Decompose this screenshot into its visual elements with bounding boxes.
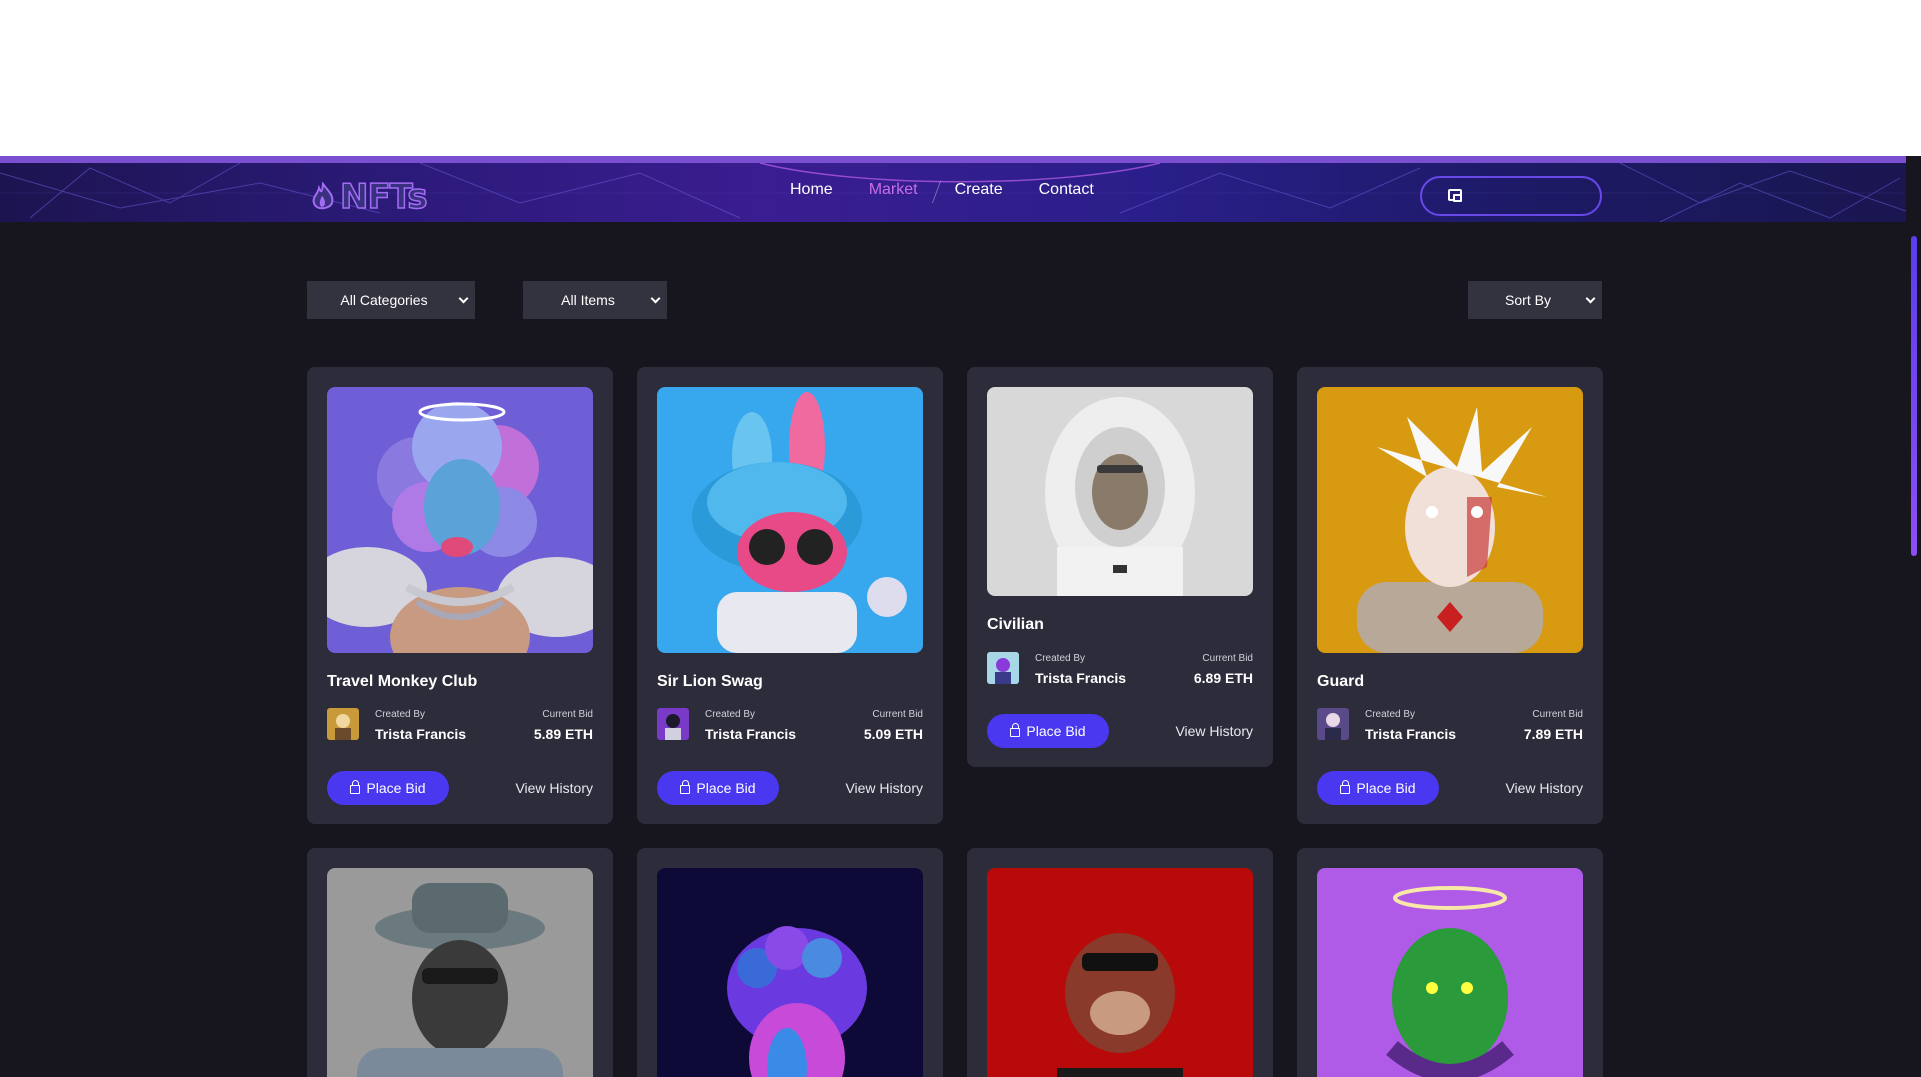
nft-card: Sir Lion Swag Created By Trista Francis … [637, 367, 943, 824]
creator-avatar[interactable] [1317, 708, 1349, 740]
current-bid-label: Current Bid [542, 709, 593, 720]
category-select-value: All Categories [340, 292, 428, 308]
nft-image[interactable] [987, 868, 1253, 1077]
page-viewport: NFTs Home Market Create Contact All Cate… [0, 156, 1921, 1077]
nft-card [307, 848, 613, 1077]
nft-card [967, 848, 1273, 1077]
nav-market[interactable]: Market [851, 181, 936, 203]
main-nav: Home Market Create Contact [772, 181, 1112, 203]
creator-name[interactable]: Trista Francis [1035, 670, 1126, 686]
bag-icon [680, 780, 691, 794]
flame-icon [312, 182, 334, 210]
place-bid-button[interactable]: Place Bid [987, 714, 1109, 748]
nft-image[interactable] [327, 868, 593, 1077]
chevron-down-icon [1585, 293, 1596, 304]
created-by-label: Created By [1365, 709, 1416, 720]
nft-image[interactable] [987, 387, 1253, 596]
place-bid-label: Place Bid [696, 780, 756, 796]
nft-image[interactable] [657, 387, 923, 653]
created-by-label: Created By [375, 709, 426, 720]
wallet-icon [1448, 189, 1462, 202]
current-bid-value: 6.89 ETH [1193, 670, 1253, 686]
nft-card: Civilian Created By Trista Francis Curre… [967, 367, 1273, 767]
scrollbar[interactable] [1906, 156, 1921, 1077]
place-bid-button[interactable]: Place Bid [327, 771, 449, 805]
nft-image[interactable] [1317, 868, 1583, 1077]
view-history-link[interactable]: View History [515, 780, 593, 796]
current-bid-label: Current Bid [1532, 709, 1583, 720]
bag-icon [1340, 780, 1351, 794]
site-header: NFTs Home Market Create Contact [0, 156, 1906, 222]
view-history-link[interactable]: View History [1505, 780, 1583, 796]
nft-card: Guard Created By Trista Francis Current … [1297, 367, 1603, 824]
nft-title[interactable]: Travel Monkey Club [327, 673, 477, 691]
place-bid-label: Place Bid [1356, 780, 1416, 796]
nav-contact[interactable]: Contact [1021, 181, 1112, 203]
category-select[interactable]: All Categories [307, 281, 475, 319]
nav-home[interactable]: Home [772, 181, 851, 203]
place-bid-button[interactable]: Place Bid [657, 771, 779, 805]
items-select[interactable]: All Items [523, 281, 667, 319]
current-bid-value: 5.89 ETH [533, 726, 593, 742]
chevron-down-icon [650, 293, 661, 304]
nft-title[interactable]: Sir Lion Swag [657, 673, 763, 691]
nft-image[interactable] [1317, 387, 1583, 653]
place-bid-button[interactable]: Place Bid [1317, 771, 1439, 805]
sort-select-value: Sort By [1505, 292, 1551, 308]
scrollbar-thumb[interactable] [1911, 236, 1917, 556]
nft-card: Travel Monkey Club Created By Trista Fra… [307, 367, 613, 824]
place-bid-label: Place Bid [366, 780, 426, 796]
nav-create[interactable]: Create [937, 181, 1021, 203]
creator-avatar[interactable] [327, 708, 359, 740]
view-history-link[interactable]: View History [845, 780, 923, 796]
view-history-link[interactable]: View History [1175, 723, 1253, 739]
current-bid-value: 7.89 ETH [1523, 726, 1583, 742]
wallet-button[interactable] [1420, 176, 1602, 216]
nft-image[interactable] [657, 868, 923, 1077]
current-bid-label: Current Bid [1202, 653, 1253, 664]
nft-card [637, 848, 943, 1077]
sort-select[interactable]: Sort By [1468, 281, 1602, 319]
logo-text: NFTs [339, 176, 428, 218]
nft-image[interactable] [327, 387, 593, 653]
creator-name[interactable]: Trista Francis [375, 726, 466, 742]
creator-name[interactable]: Trista Francis [1365, 726, 1456, 742]
bag-icon [350, 780, 361, 794]
place-bid-label: Place Bid [1026, 723, 1086, 739]
nft-card [1297, 848, 1603, 1077]
chevron-down-icon [458, 293, 469, 304]
nft-title[interactable]: Guard [1317, 673, 1364, 691]
creator-avatar[interactable] [657, 708, 689, 740]
blank-top-area [0, 0, 1921, 156]
bag-icon [1010, 723, 1021, 737]
nft-title[interactable]: Civilian [987, 616, 1044, 634]
creator-name[interactable]: Trista Francis [705, 726, 796, 742]
current-bid-value: 5.09 ETH [863, 726, 923, 742]
logo[interactable]: NFTs [310, 176, 428, 218]
creator-avatar[interactable] [987, 652, 1019, 684]
created-by-label: Created By [1035, 653, 1086, 664]
current-bid-label: Current Bid [872, 709, 923, 720]
created-by-label: Created By [705, 709, 756, 720]
items-select-value: All Items [561, 292, 615, 308]
